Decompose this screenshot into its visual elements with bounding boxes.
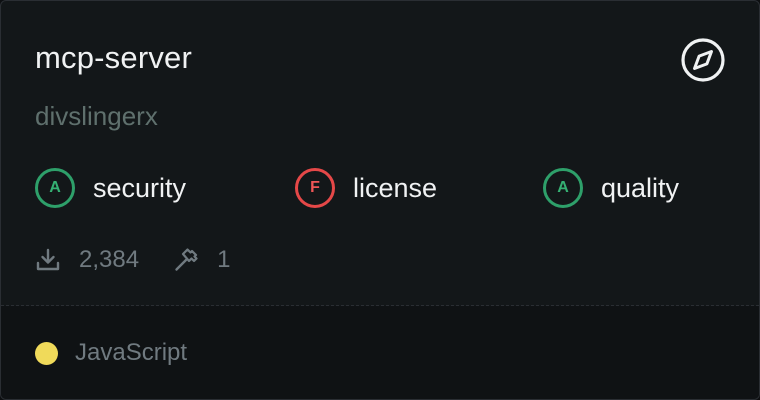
hammer-icon [173,247,199,273]
score-label: security [93,173,187,203]
score-label: quality [601,173,680,203]
grade-badge: A [35,168,75,208]
author-name[interactable]: divslingerx [35,99,158,133]
score-security: A security [35,166,186,210]
score-quality: A quality [543,166,679,210]
tool-count: 1 [217,246,231,273]
download-count: 2,384 [79,246,140,273]
grade-badge: A [543,168,583,208]
score-label: license [353,173,438,203]
card-footer: JavaScript [1,306,759,399]
server-name[interactable]: mcp-server [35,39,192,77]
server-card[interactable]: mcp-server divslingerx A security F lice… [0,0,760,400]
stats-row: 2,384 1 [35,243,230,277]
language-name: JavaScript [75,339,188,366]
download-icon [35,247,61,273]
compass-icon[interactable] [680,37,726,83]
language-color-dot [35,342,58,365]
score-license: F license [295,166,437,210]
grade-badge: F [295,168,335,208]
